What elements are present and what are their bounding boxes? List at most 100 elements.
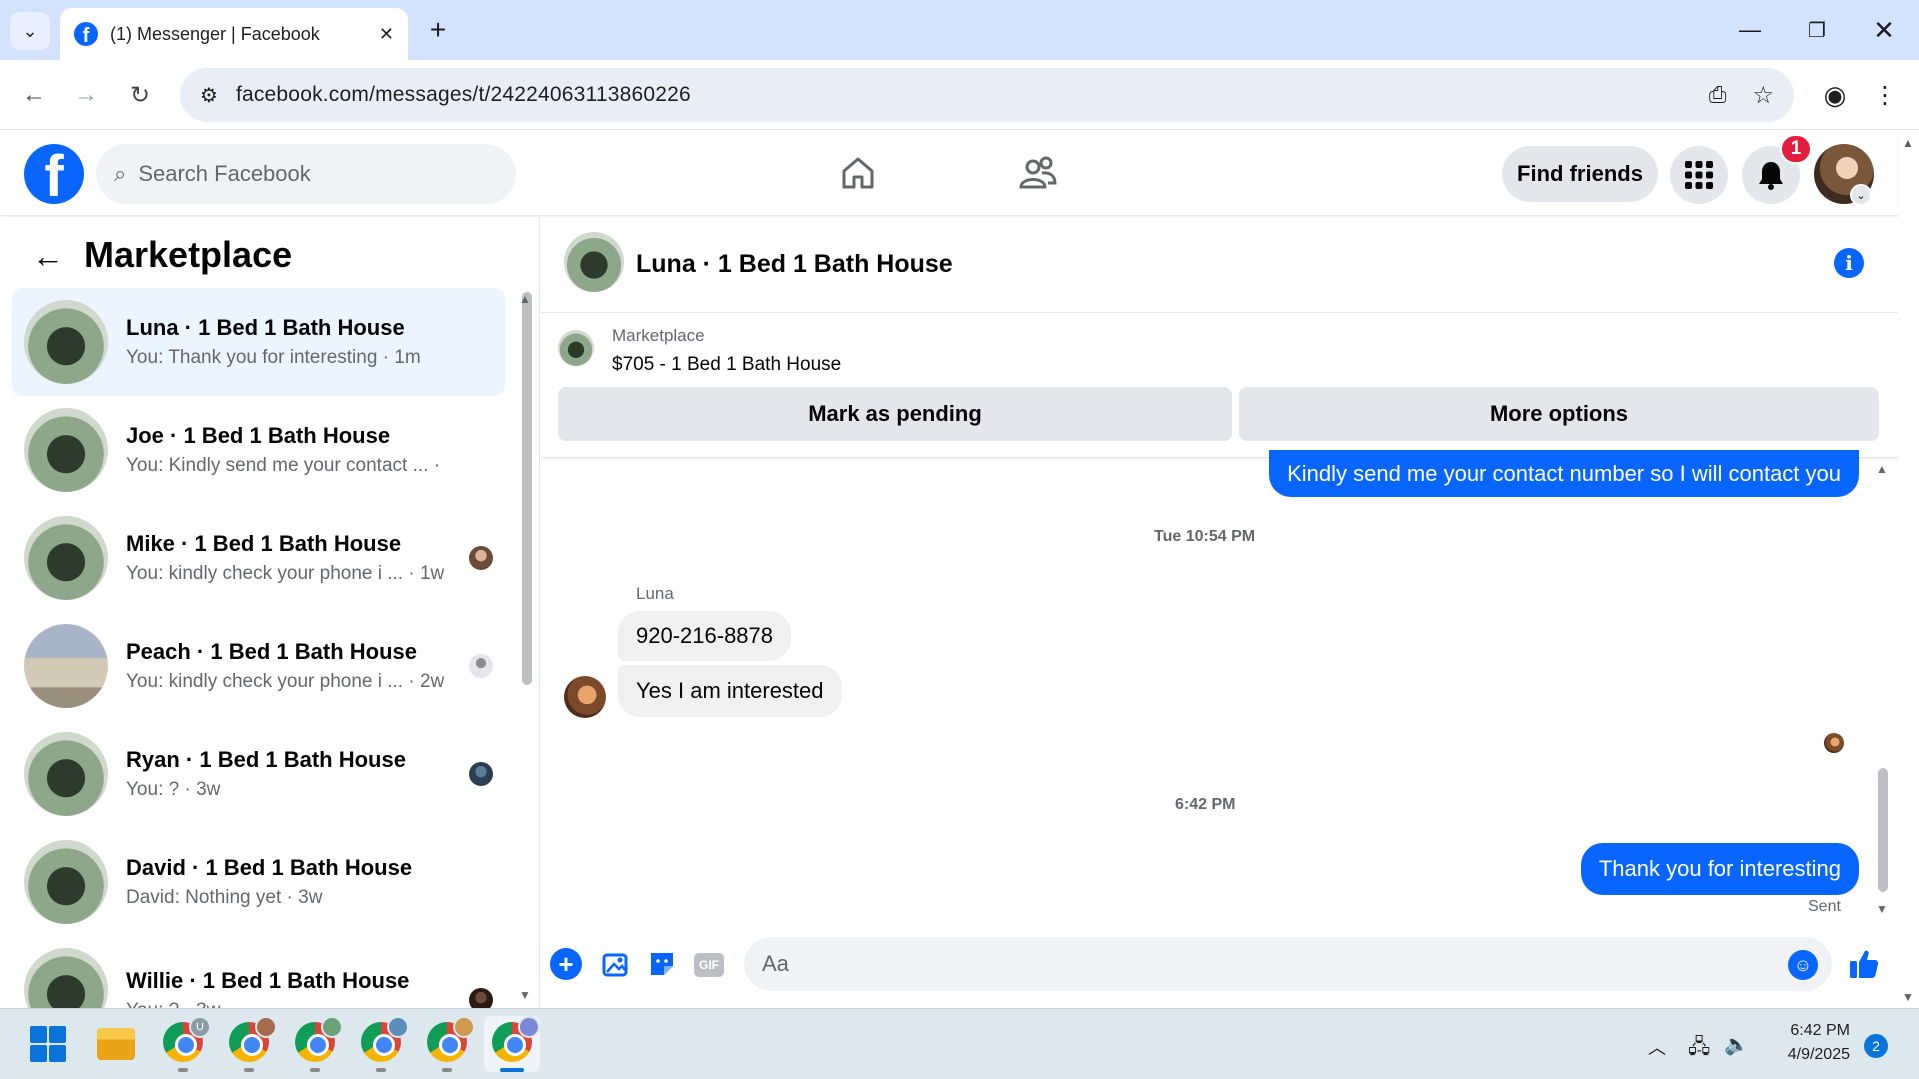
profile-badge-icon [255,1016,277,1038]
browser-tab-messenger[interactable]: f (1) Messenger | Facebook ✕ [60,8,408,60]
outgoing-message[interactable]: Kindly send me your contact number so I … [1269,450,1859,497]
conversation-preview: You: ? · 3w [126,1000,446,1008]
window-minimize-icon[interactable]: — [1730,10,1770,50]
conversation-preview: You: kindly check your phone i ... · 2w [126,671,445,692]
running-indicator [310,1068,320,1072]
notification-badge: 1 [1780,134,1812,164]
conversation-item[interactable]: Ryan · 1 Bed 1 Bath House You: ? · 3w [12,720,505,828]
chat-title[interactable]: Luna · 1 Bed 1 Bath House [636,250,953,279]
chrome-profile-icon[interactable] [229,1016,277,1062]
search-icon: ⌕ [114,161,127,186]
install-app-icon[interactable]: ⎙ [1709,82,1727,108]
conversation-item[interactable]: Peach · 1 Bed 1 Bath House You: kindly c… [12,612,505,720]
chrome-profile-icon[interactable] [295,1016,343,1062]
seen-avatar [469,988,493,1008]
seen-avatar [1824,733,1844,753]
chrome-profile-icon[interactable] [427,1016,475,1062]
listing-thumbnail [24,300,108,384]
emoji-icon[interactable]: ☺ [1788,950,1818,980]
menu-grid-icon[interactable] [1670,146,1728,204]
url-text[interactable]: facebook.com/messages/t/2422406311386022… [236,83,691,107]
window-close-icon[interactable]: ✕ [1864,10,1904,50]
browser-menu-icon[interactable]: ⋮ [1870,75,1900,115]
incoming-message[interactable]: Yes I am interested [618,665,842,717]
scroll-up-icon[interactable]: ▲ [1876,462,1888,476]
reload-icon[interactable]: ↻ [120,75,160,115]
chrome-profile-icon[interactable] [492,1016,540,1062]
chevron-down-icon[interactable]: ⌄ [1850,184,1872,206]
notification-center-badge[interactable]: 2 [1864,1034,1888,1058]
back-nav-icon[interactable]: ← [14,75,54,115]
conversation-item[interactable]: Willie · 1 Bed 1 Bath House You: ? · 3w [12,936,505,1008]
chat-avatar[interactable] [564,232,624,292]
conversation-item[interactable]: Mike · 1 Bed 1 Bath House You: kindly ch… [12,504,505,612]
find-friends-button[interactable]: Find friends [1502,146,1658,202]
gif-icon[interactable]: GIF [694,953,724,977]
search-input[interactable] [138,161,469,187]
running-indicator [500,1068,524,1072]
conversation-preview: You: Thank you for interesting · 1m [126,347,421,368]
outgoing-message[interactable]: Thank you for interesting [1580,843,1859,895]
conversation-title: Luna · 1 Bed 1 Bath House [126,315,405,340]
conversation-preview: You: Kindly send me your contact ... · 1… [126,455,446,476]
listing-source: Marketplace [612,326,705,345]
volume-icon[interactable]: 🔈 [1724,1032,1749,1057]
windows-start-icon[interactable] [30,1026,66,1062]
message-input[interactable] [744,937,1832,991]
network-icon[interactable]: 🖧 [1688,1032,1710,1066]
conversation-title: David · 1 Bed 1 Bath House [126,855,413,880]
scroll-up-icon[interactable]: ▲ [519,292,531,306]
site-info-icon[interactable]: ⚙ [200,83,218,108]
clock-date[interactable]: 4/9/2025 [1772,1046,1850,1064]
tab-search-dropdown-icon[interactable]: ⌄ [10,12,50,50]
browser-profile-icon[interactable]: ◉ [1815,75,1855,115]
conversation-item[interactable]: Luna · 1 Bed 1 Bath House You: Thank you… [12,288,505,396]
facebook-search[interactable]: ⌕ [96,144,516,204]
listing-thumbnail [24,408,108,492]
listing-thumbnail [24,840,108,924]
file-explorer-icon[interactable] [97,1028,135,1060]
seen-avatar [469,654,493,678]
listing-title[interactable]: $705 - 1 Bed 1 Bath House [612,354,841,376]
mark-as-pending-button[interactable]: Mark as pending [558,387,1232,441]
incoming-message[interactable]: 920-216-8878 [618,611,792,661]
sticker-icon[interactable] [646,948,678,980]
profile-badge: U [189,1016,211,1038]
thumbs-up-icon[interactable] [1846,946,1882,982]
back-arrow-icon[interactable]: ← [28,236,68,276]
tab-close-icon[interactable]: ✕ [379,24,394,45]
photo-attach-icon[interactable] [600,948,632,980]
tray-overflow-chevron-icon[interactable]: ︿ [1648,1034,1666,1060]
clock-time[interactable]: 6:42 PM [1784,1022,1850,1040]
conversation-title: Willie · 1 Bed 1 Bath House [126,968,410,993]
conversation-item[interactable]: David · 1 Bed 1 Bath House David: Nothin… [12,828,505,936]
windows-taskbar [0,1008,1919,1079]
page-scroll-up-icon[interactable]: ▲ [1902,136,1914,150]
info-icon[interactable]: i [1834,248,1864,278]
chrome-profile-icon[interactable] [361,1016,409,1062]
listing-thumbnail[interactable] [558,330,594,366]
profile-badge-icon [387,1016,409,1038]
sender-avatar[interactable] [564,676,606,718]
profile-badge-icon [321,1016,343,1038]
facebook-logo-icon[interactable]: f [24,144,84,204]
chat-scrollbar[interactable] [1878,768,1888,892]
more-options-button[interactable]: More options [1239,387,1879,441]
new-tab-icon[interactable]: + [420,12,456,48]
forward-nav-icon[interactable]: → [66,75,106,115]
listing-thumbnail [24,624,108,708]
conversation-item[interactable]: Joe · 1 Bed 1 Bath House You: Kindly sen… [12,396,505,504]
address-bar[interactable]: ⚙ facebook.com/messages/t/24224063113860… [180,68,1794,122]
page-scroll-down-icon[interactable]: ▼ [1902,990,1914,1004]
chrome-profile-icon[interactable]: U [163,1016,211,1062]
home-icon[interactable] [836,148,880,198]
conversation-title: Peach · 1 Bed 1 Bath House [126,639,417,664]
bookmark-star-icon[interactable]: ☆ [1752,81,1774,110]
scroll-down-icon[interactable]: ▼ [1876,902,1888,916]
scroll-down-icon[interactable]: ▼ [519,988,531,1002]
more-actions-plus-icon[interactable]: + [550,948,582,980]
window-restore-icon[interactable]: ❐ [1797,10,1837,50]
conversation-list-scrollbar[interactable] [522,292,532,685]
conversation-title: Ryan · 1 Bed 1 Bath House [126,747,406,772]
friends-icon[interactable] [1016,148,1060,198]
